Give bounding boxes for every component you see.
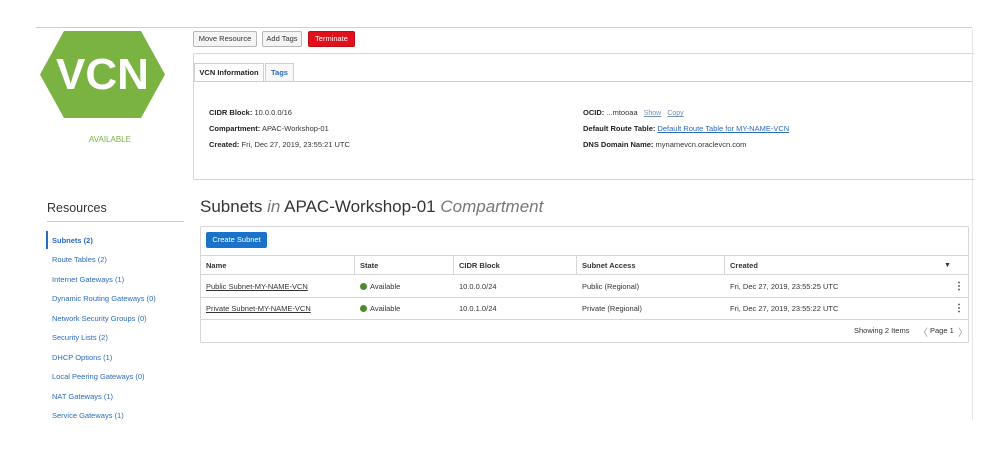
sidebar-item-network-security-groups[interactable]: Network Security Groups (0) <box>52 314 147 323</box>
tab-tags[interactable]: Tags <box>265 63 294 82</box>
column-header-cidr-block[interactable]: CIDR Block <box>454 256 576 275</box>
vcn-logo-text: VCN <box>56 50 149 99</box>
active-item-indicator <box>46 231 48 249</box>
tab-divider <box>194 81 972 82</box>
subnet-name-link[interactable]: Public Subnet-MY-NAME-VCN <box>201 276 308 297</box>
default-route-table-label: Default Route Table: <box>583 124 656 133</box>
subnet-created: Fri, Dec 27, 2019, 23:55:25 UTC <box>730 282 839 291</box>
page-indicator: Page 1 <box>930 326 954 335</box>
subnet-name-link[interactable]: Private Subnet-MY-NAME-VCN <box>201 298 311 319</box>
sidebar-item-dynamic-routing-gateways[interactable]: Dynamic Routing Gateways (0) <box>52 294 156 303</box>
page-title: Subnets in APAC-Workshop-01 Compartment <box>200 197 543 217</box>
column-header-created[interactable]: Created <box>725 256 925 275</box>
status-dot-icon <box>360 283 367 290</box>
add-tags-button[interactable]: Add Tags <box>262 31 302 47</box>
page-title-main: Subnets <box>200 197 263 216</box>
column-header-state[interactable]: State <box>355 256 453 275</box>
created-value: Fri, Dec 27, 2019, 23:55:21 UTC <box>241 140 350 149</box>
sidebar-item-nat-gateways[interactable]: NAT Gateways (1) <box>52 392 113 401</box>
dns-domain-label: DNS Domain Name: <box>583 140 654 149</box>
created-field: Created: Fri, Dec 27, 2019, 23:55:21 UTC <box>209 140 350 149</box>
subnet-access: Private (Regional) <box>582 304 643 313</box>
sidebar-item-route-tables[interactable]: Route Tables (2) <box>52 255 107 264</box>
terminate-button[interactable]: Terminate <box>308 31 355 47</box>
compartment-field: Compartment: APAC-Workshop-01 <box>209 124 329 133</box>
sidebar-item-security-lists[interactable]: Security Lists (2) <box>52 333 108 342</box>
resources-title: Resources <box>47 201 107 215</box>
default-route-table-link[interactable]: Default Route Table for MY-NAME-VCN <box>657 124 789 133</box>
table-row: Public Subnet-MY-NAME-VCN Available 10.0… <box>201 276 968 298</box>
row-actions-kebab-icon[interactable]: ⋮ <box>954 298 964 319</box>
subnet-state: Available <box>355 298 400 319</box>
move-resource-button[interactable]: Move Resource <box>193 31 257 47</box>
table-row: Private Subnet-MY-NAME-VCN Available 10.… <box>201 298 968 320</box>
table-header: Name State CIDR Block Subnet Access Crea… <box>201 255 968 275</box>
sidebar-item-local-peering-gateways[interactable]: Local Peering Gateways (0) <box>52 372 145 381</box>
resources-divider <box>47 221 184 222</box>
row-actions-kebab-icon[interactable]: ⋮ <box>954 276 964 297</box>
ocid-label: OCID: <box>583 108 605 117</box>
top-divider <box>36 27 972 28</box>
subnet-cidr: 10.0.0.0/24 <box>459 282 497 291</box>
sidebar-item-subnets[interactable]: Subnets (2) <box>52 236 93 245</box>
compartment-value: APAC-Workshop-01 <box>261 124 329 133</box>
cidr-block-label: CIDR Block: <box>209 108 253 117</box>
sidebar-item-service-gateways[interactable]: Service Gateways (1) <box>52 411 124 420</box>
create-subnet-button[interactable]: Create Subnet <box>206 232 267 248</box>
ocid-value: ...mtooaa <box>606 108 638 117</box>
sidebar-item-internet-gateways[interactable]: Internet Gateways (1) <box>52 275 124 284</box>
subnet-created: Fri, Dec 27, 2019, 23:55:22 UTC <box>730 304 839 313</box>
subnet-access: Public (Regional) <box>582 282 640 291</box>
cidr-block-field: CIDR Block: 10.0.0.0/16 <box>209 108 292 117</box>
column-header-name[interactable]: Name <box>201 256 354 275</box>
tab-vcn-information[interactable]: VCN Information <box>194 63 264 82</box>
subnet-cidr: 10.0.1.0/24 <box>459 304 497 313</box>
dns-domain-field: DNS Domain Name: mynamevcn.oraclevcn.com <box>583 140 746 149</box>
sort-caret-down-icon[interactable]: ▼ <box>944 256 951 275</box>
compartment-label: Compartment: <box>209 124 261 133</box>
subnet-state: Available <box>355 276 400 297</box>
subnet-state-label: Available <box>370 282 401 291</box>
ocid-show-link[interactable]: Show <box>644 110 662 117</box>
previous-page-chevron-icon[interactable]: 〈 <box>918 324 928 339</box>
status-dot-icon <box>360 305 367 312</box>
items-count: Showing 2 Items <box>854 326 910 335</box>
page-title-suffix: Compartment <box>440 197 544 216</box>
default-route-table-field: Default Route Table: Default Route Table… <box>583 124 789 133</box>
ocid-copy-link[interactable]: Copy <box>667 110 683 117</box>
page-title-compartment: APAC-Workshop-01 <box>284 197 436 216</box>
vcn-status: AVAILABLE <box>89 135 131 144</box>
dns-domain-value: mynamevcn.oraclevcn.com <box>655 140 747 149</box>
column-header-subnet-access[interactable]: Subnet Access <box>577 256 724 275</box>
subnet-state-label: Available <box>370 304 401 313</box>
sidebar-item-dhcp-options[interactable]: DHCP Options (1) <box>52 353 112 362</box>
ocid-field: OCID: ...mtooaa Show Copy <box>583 108 684 117</box>
created-label: Created: <box>209 140 240 149</box>
vcn-hexagon-icon: VCN <box>40 31 165 118</box>
page-title-in: in <box>267 197 281 216</box>
cidr-block-value: 10.0.0.0/16 <box>254 108 292 117</box>
next-page-chevron-icon[interactable]: 〉 <box>958 324 968 339</box>
